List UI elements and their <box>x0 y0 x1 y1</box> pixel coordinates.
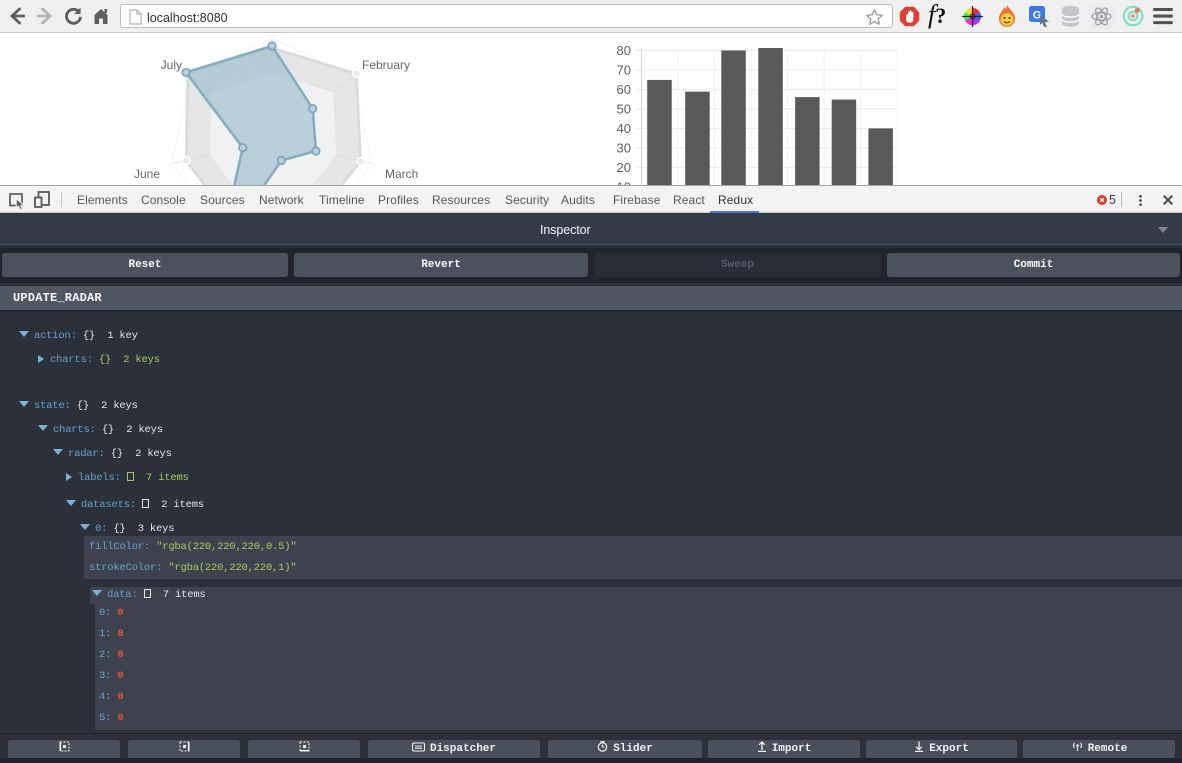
svg-text:July: July <box>161 58 182 72</box>
svg-text:80: 80 <box>617 43 631 58</box>
svg-text:70: 70 <box>617 62 631 77</box>
svg-text:G: G <box>1033 10 1042 22</box>
svg-text:June: June <box>134 167 160 181</box>
svg-text:40: 40 <box>617 121 631 136</box>
svg-text:60: 60 <box>617 82 631 97</box>
svg-text:March: March <box>385 167 418 181</box>
svg-text:20: 20 <box>617 160 631 175</box>
svg-text:February: February <box>362 58 410 72</box>
svg-text:50: 50 <box>617 101 631 116</box>
svg-text:30: 30 <box>617 140 631 155</box>
